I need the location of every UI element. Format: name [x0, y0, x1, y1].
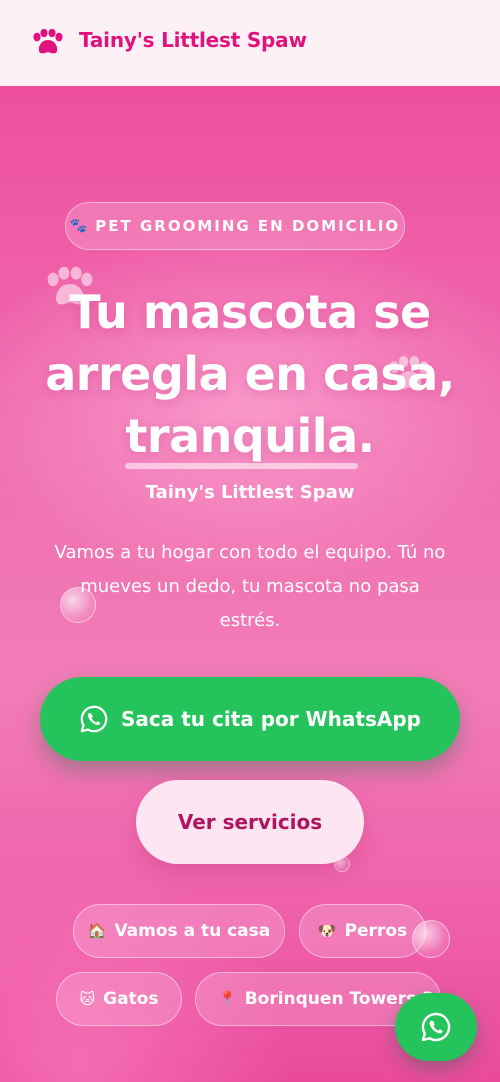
chip-home-service[interactable]: 🏠 Vamos a tu casa: [73, 904, 285, 958]
top-bar: Tainy's Littlest Spaw: [0, 0, 500, 86]
headline-highlight-word: tranquila: [125, 405, 358, 469]
house-icon: 🏠: [87, 922, 107, 940]
whatsapp-icon: [80, 705, 108, 733]
hero-description: Vamos a tu hogar con todo el equipo. Tú …: [54, 542, 446, 631]
chip-cats[interactable]: 🐱 Gatos: [56, 972, 182, 1026]
hero-section: 🐾 PET GROOMING EN DOMICILIO Tu mascota s…: [0, 86, 500, 1082]
headline-line-2: arregla en casa,: [45, 347, 455, 401]
service-badge: 🐾 PET GROOMING EN DOMICILIO: [65, 202, 405, 250]
hero-subbrand: Tainy's Littlest Spaw: [145, 482, 355, 503]
whatsapp-booking-label: Saca tu cita por WhatsApp: [121, 707, 421, 731]
headline-punctuation: .: [357, 409, 375, 463]
chip-label: Vamos a tu casa: [114, 921, 271, 941]
page-title: Tu mascota se arregla en casa, tranquila…: [20, 281, 480, 469]
headline-line-1: Tu mascota se: [69, 285, 431, 339]
whatsapp-booking-button[interactable]: Saca tu cita por WhatsApp: [40, 677, 460, 761]
dog-icon: 🐶: [317, 922, 337, 940]
badge-label: PET GROOMING EN DOMICILIO: [95, 217, 401, 235]
whatsapp-icon: [421, 1012, 451, 1042]
cat-icon: 🐱: [79, 990, 96, 1008]
chip-label: Gatos: [103, 989, 159, 1009]
paw-emoji-icon: 🐾: [69, 218, 88, 234]
paw-icon[interactable]: [31, 29, 65, 55]
view-services-button[interactable]: Ver servicios: [136, 780, 364, 864]
location-pin-icon: 📍: [218, 990, 237, 1008]
floating-whatsapp-button[interactable]: [395, 993, 477, 1061]
brand-name[interactable]: Tainy's Littlest Spaw: [79, 28, 307, 52]
chip-dogs[interactable]: 🐶 Perros: [299, 904, 426, 958]
chip-label: Perros: [344, 921, 408, 941]
